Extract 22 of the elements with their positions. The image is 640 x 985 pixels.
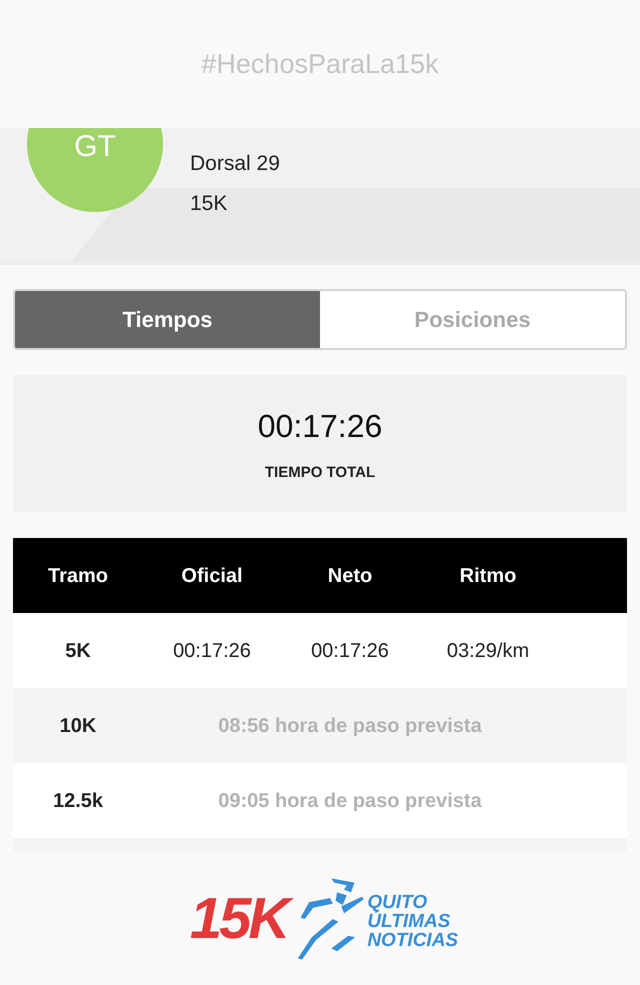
logo-text: ÚLTIMAS [367,912,452,930]
table-cell-text: 00:17:26 [310,638,390,664]
logo-text: QUITO [367,892,428,912]
column-header: Oficial [180,564,244,588]
logo-text: NOTICIAS [367,930,458,950]
forecast-note: 09:05 hora de paso prevista [217,788,483,814]
column-header: Neto [326,564,374,588]
table-cell-text: 00:17:26 [172,638,252,664]
table-cell-text: 5K [64,638,92,664]
column-header: Ritmo [458,564,518,588]
race-distance: 15K [190,190,228,216]
total-time-label: TIEMPO TOTAL [264,463,376,484]
total-time: 00:17:26 [258,407,382,446]
column-header: Tramo [46,564,110,588]
forecast-note: 08:56 hora de paso prevista [217,714,483,738]
avatar-initials: GT [74,132,116,162]
bib-number: Dorsal 29 [190,151,280,177]
table-cell-text: 12.5k [52,788,104,814]
table-cell-text: 10K [58,714,98,738]
logo-number: 15K [182,884,296,954]
tab[interactable]: Tiempos [15,291,320,348]
table-cell-text: 03:29/km [446,638,530,664]
